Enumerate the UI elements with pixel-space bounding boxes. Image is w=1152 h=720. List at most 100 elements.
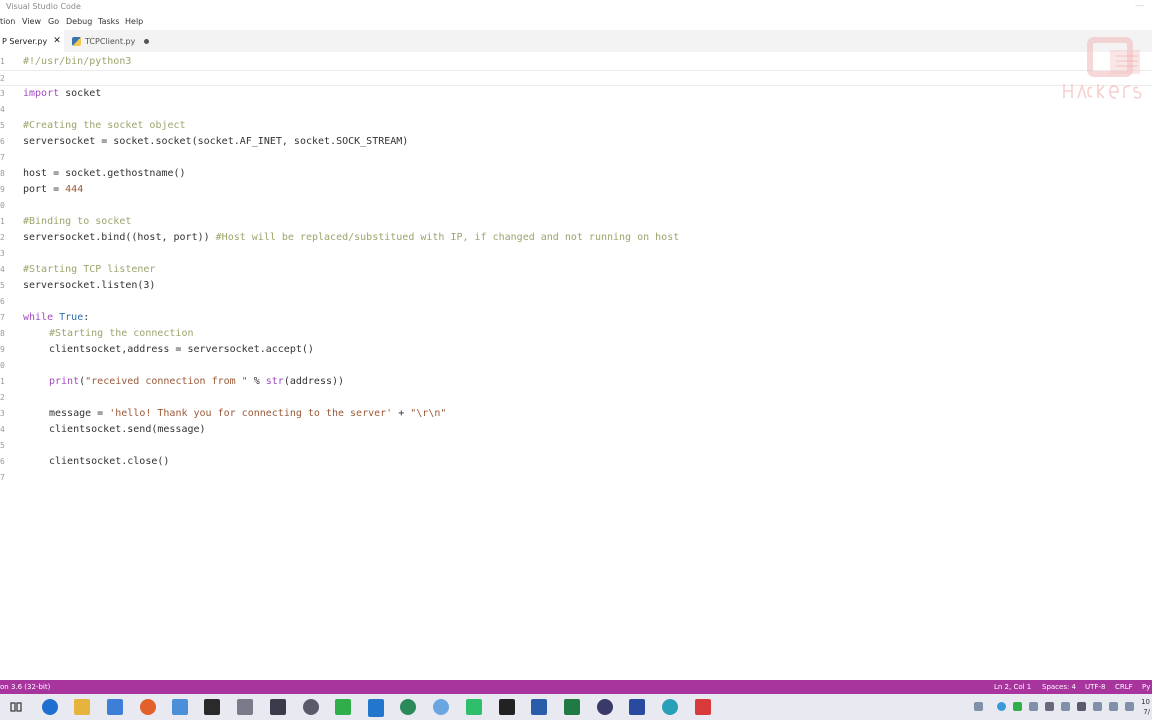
code-line[interactable]: 6 serversocket = socket.socket(socket.AF_… <box>0 134 1152 150</box>
snipping-tool-icon[interactable] <box>237 699 253 715</box>
code-token: message = <box>49 408 110 419</box>
notes-icon[interactable] <box>466 699 482 715</box>
cursor-position-status[interactable]: Ln 2, Col 1 <box>994 683 1031 691</box>
code-line[interactable]: 5 #Creating the socket object <box>0 118 1152 134</box>
title-bar: Visual Studio Code — <box>0 0 1152 14</box>
tray-app2-icon[interactable] <box>1061 702 1070 711</box>
unsaved-dot-icon <box>144 38 150 44</box>
code-line[interactable]: 0 <box>0 358 1152 374</box>
browser-icon[interactable] <box>400 699 416 715</box>
line-number: 6 <box>0 457 5 466</box>
media-icon[interactable] <box>597 699 613 715</box>
code-line[interactable]: 2 <box>0 70 1152 86</box>
code-line[interactable]: 7 while True: <box>0 310 1152 326</box>
calculator-icon[interactable] <box>270 699 286 715</box>
menu-selection[interactable]: tion <box>0 17 15 26</box>
pycharm-icon[interactable] <box>335 699 351 715</box>
photos-icon[interactable] <box>172 699 188 715</box>
code-token: socket <box>59 88 102 99</box>
tray-chrome-icon[interactable] <box>997 702 1006 711</box>
tray-cloud-icon[interactable] <box>1045 702 1054 711</box>
line-number: 1 <box>0 57 5 66</box>
code-line[interactable]: 6 <box>0 294 1152 310</box>
encoding-status[interactable]: UTF-8 <box>1085 683 1105 691</box>
chrome-icon[interactable] <box>662 699 678 715</box>
code-editor[interactable]: 1 #!/usr/bin/python3 2 3 import socket 4 5 #Cre… <box>0 52 1152 680</box>
menu-debug[interactable]: Debug <box>66 17 92 26</box>
settings-gear-icon[interactable] <box>303 699 319 715</box>
line-number: 7 <box>0 313 5 322</box>
code-line[interactable]: 4 #Starting TCP listener <box>0 262 1152 278</box>
taskbar-clock[interactable]: 10 7/ <box>1141 697 1150 717</box>
line-number: 9 <box>0 345 5 354</box>
tray-app-icon[interactable] <box>1013 702 1022 711</box>
tray-volume-icon[interactable] <box>1125 702 1134 711</box>
eol-status[interactable]: CRLF <box>1115 683 1133 691</box>
edge-browser-icon[interactable] <box>42 699 58 715</box>
task-view-icon[interactable] <box>8 699 24 715</box>
tab-tcpserver[interactable]: P Server.py ✕ <box>0 30 64 52</box>
code-line[interactable]: 4 <box>0 102 1152 118</box>
code-token: #!/usr/bin/python3 <box>23 56 132 67</box>
code-line[interactable]: 1 #!/usr/bin/python3 <box>0 54 1152 70</box>
firefox-icon[interactable] <box>140 699 156 715</box>
code-line[interactable]: 3 import socket <box>0 86 1152 102</box>
code-line[interactable]: 3 <box>0 246 1152 262</box>
editor-tab-bar: P Server.py ✕ TCPClient.py <box>0 30 1152 53</box>
powershell-icon[interactable] <box>629 699 645 715</box>
code-line[interactable]: 8 #Starting the connection <box>0 326 1152 342</box>
code-line[interactable]: 9 port = 444 <box>0 182 1152 198</box>
line-number: 2 <box>0 74 5 83</box>
code-line[interactable]: 2 <box>0 390 1152 406</box>
clock-time: 10 <box>1141 698 1150 706</box>
code-line[interactable]: 5 serversocket.listen(3) <box>0 278 1152 294</box>
tray-settings-icon[interactable] <box>1077 702 1086 711</box>
language-mode-status[interactable]: Py <box>1142 683 1150 691</box>
recorder-icon[interactable] <box>695 699 711 715</box>
file-explorer-icon[interactable] <box>74 699 90 715</box>
code-token: "received connection from " <box>85 376 248 387</box>
minimize-button[interactable]: — <box>1135 1 1144 11</box>
menu-view[interactable]: View <box>22 17 41 26</box>
close-icon[interactable]: ✕ <box>53 36 61 46</box>
clock-date: 7/ <box>1143 708 1150 716</box>
code-line[interactable]: 1 #Binding to socket <box>0 214 1152 230</box>
terminal-icon[interactable] <box>204 699 220 715</box>
code-token: clientsocket.send(message) <box>49 424 206 435</box>
code-line[interactable]: 7 <box>0 150 1152 166</box>
code-line[interactable]: 0 <box>0 198 1152 214</box>
python-interpreter-status[interactable]: on 3.6 (32-bit) <box>0 683 50 691</box>
indentation-status[interactable]: Spaces: 4 <box>1042 683 1076 691</box>
tray-mail-icon[interactable] <box>1093 702 1102 711</box>
line-number: 8 <box>0 169 5 178</box>
code-token: print <box>49 376 80 387</box>
store-icon[interactable] <box>107 699 123 715</box>
tab-label: P Server.py <box>2 36 48 46</box>
code-token: "\r\n" <box>410 408 447 419</box>
code-line[interactable]: 9 clientsocket,address = serversocket.acc… <box>0 342 1152 358</box>
code-line[interactable]: 4 clientsocket.send(message) <box>0 422 1152 438</box>
tray-network-icon[interactable] <box>1109 702 1118 711</box>
code-line[interactable]: 7 <box>0 470 1152 486</box>
network-tool-icon[interactable] <box>433 699 449 715</box>
code-line[interactable]: 8 host = socket.gethostname() <box>0 166 1152 182</box>
code-line[interactable]: 5 <box>0 438 1152 454</box>
tray-person-icon[interactable] <box>974 702 983 711</box>
vscode-icon[interactable] <box>368 699 384 717</box>
menu-help[interactable]: Help <box>125 17 143 26</box>
line-number: 5 <box>0 281 5 290</box>
code-line[interactable]: 3 message = 'hello! Thank you for connect… <box>0 406 1152 422</box>
line-number: 8 <box>0 329 5 338</box>
menu-tasks[interactable]: Tasks <box>98 17 119 26</box>
tray-battery-icon[interactable] <box>1029 702 1038 711</box>
line-number: 1 <box>0 217 5 226</box>
code-line[interactable]: 6 clientsocket.close() <box>0 454 1152 470</box>
code-line[interactable]: 2 serversocket.bind((host, port)) #Host w… <box>0 230 1152 246</box>
excel-icon[interactable] <box>564 699 580 715</box>
word-icon[interactable] <box>531 699 547 715</box>
tab-tcpclient[interactable]: TCPClient.py <box>64 30 154 52</box>
code-line[interactable]: 1 print("received connection from " % str… <box>0 374 1152 390</box>
menu-go[interactable]: Go <box>48 17 59 26</box>
line-number: 1 <box>0 377 5 386</box>
mail-icon[interactable] <box>499 699 515 715</box>
